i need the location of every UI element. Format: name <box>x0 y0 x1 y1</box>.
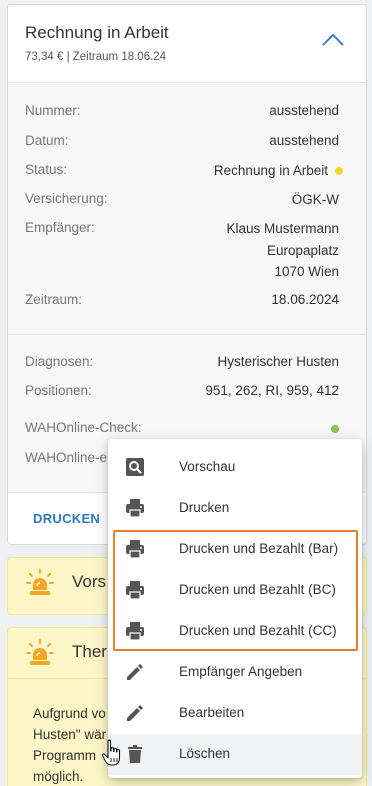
alarm-light-icon <box>26 569 54 595</box>
field-value-nummer: ausstehend <box>269 103 339 118</box>
alert-title: Ther <box>72 642 107 661</box>
print-button[interactable]: DRUCKEN <box>33 511 100 526</box>
card-title: Rechnung in Arbeit <box>25 23 169 42</box>
divider <box>8 334 366 335</box>
field-label-versicherung: Versicherung: <box>25 191 108 206</box>
field-value-empfaenger: Klaus Mustermann Europaplatz 1070 Wien <box>226 218 339 283</box>
menu-item-bearbeiten[interactable]: Bearbeiten <box>108 693 362 734</box>
search-icon <box>126 458 144 476</box>
field-label-wahonline-e: WAHOnline-e <box>25 450 108 465</box>
field-value-status: Rechnung in Arbeit <box>214 160 343 182</box>
menu-item-label: Löschen <box>179 746 231 761</box>
menu-item-label: Drucken und Bezahlt (BC) <box>179 582 336 597</box>
menu-item-label: Drucken und Bezahlt (CC) <box>179 623 337 638</box>
field-value-zeitraum: 18.06.2024 <box>271 292 339 307</box>
field-label-datum: Datum: <box>25 133 69 148</box>
recipient-street: Europaplatz <box>266 242 339 258</box>
card-body: Nummer: ausstehend Datum: ausstehend Sta… <box>8 82 366 492</box>
field-label-status: Status: <box>25 162 68 177</box>
recipient-name: Klaus Mustermann <box>226 221 339 236</box>
printer-icon <box>126 540 144 559</box>
field-value-versicherung: ÖGK-W <box>291 192 339 207</box>
menu-item-label: Vorschau <box>179 459 236 474</box>
menu-item-drucken-bezahlt-bc[interactable]: Drucken und Bezahlt (BC) <box>108 570 362 611</box>
printer-icon <box>126 499 144 518</box>
field-value-datum: ausstehend <box>269 133 339 148</box>
field-label-zeitraum: Zeitraum: <box>25 292 83 307</box>
menu-item-label: Bearbeiten <box>179 705 245 720</box>
wahonline-check-indicator <box>331 425 339 433</box>
card-subtitle: 73,34 € | Zeitraum 18.06.24 <box>25 51 167 63</box>
field-label-positionen: Positionen: <box>25 383 92 398</box>
pencil-icon <box>127 664 143 680</box>
alert-title: Vors <box>72 572 107 591</box>
field-label-diagnosen: Diagnosen: <box>25 354 94 369</box>
alarm-light-icon <box>26 639 54 665</box>
status-text: Rechnung in Arbeit <box>213 163 328 178</box>
pencil-icon <box>127 705 143 721</box>
field-value-diagnosen: Hysterischer Husten <box>217 354 339 369</box>
field-label-nummer: Nummer: <box>25 103 81 118</box>
menu-item-label: Empfänger Angeben <box>179 664 303 679</box>
trash-icon <box>128 745 142 763</box>
menu-item-drucken[interactable]: Drucken <box>108 488 362 529</box>
recipient-city: 1070 Wien <box>274 264 339 279</box>
field-label-empfaenger: Empfänger: <box>25 220 95 235</box>
status-indicator-dot <box>335 167 343 175</box>
menu-item-drucken-bezahlt-cc[interactable]: Drucken und Bezahlt (CC) <box>108 611 362 652</box>
printer-icon <box>126 622 144 641</box>
field-label-wahonline-check: WAHOnline-Check: <box>25 420 142 435</box>
context-menu: Vorschau Drucken Drucken und Bezahlt (Ba… <box>108 439 362 778</box>
hand-pointer-icon <box>101 739 121 766</box>
menu-item-empfaenger-angeben[interactable]: Empfänger Angeben <box>108 652 362 693</box>
card-header[interactable]: Rechnung in Arbeit 73,34 € | Zeitraum 18… <box>8 5 366 82</box>
field-value-positionen: 951, 262, RI, 959, 412 <box>205 383 339 398</box>
menu-item-drucken-bezahlt-bar[interactable]: Drucken und Bezahlt (Bar) <box>108 529 362 570</box>
menu-item-label: Drucken und Bezahlt (Bar) <box>179 541 339 556</box>
menu-item-loeschen[interactable]: Löschen <box>108 734 362 775</box>
printer-icon <box>126 581 144 600</box>
menu-item-vorschau[interactable]: Vorschau <box>108 447 362 488</box>
menu-item-label: Drucken <box>179 500 230 515</box>
chevron-up-icon[interactable] <box>322 33 344 47</box>
